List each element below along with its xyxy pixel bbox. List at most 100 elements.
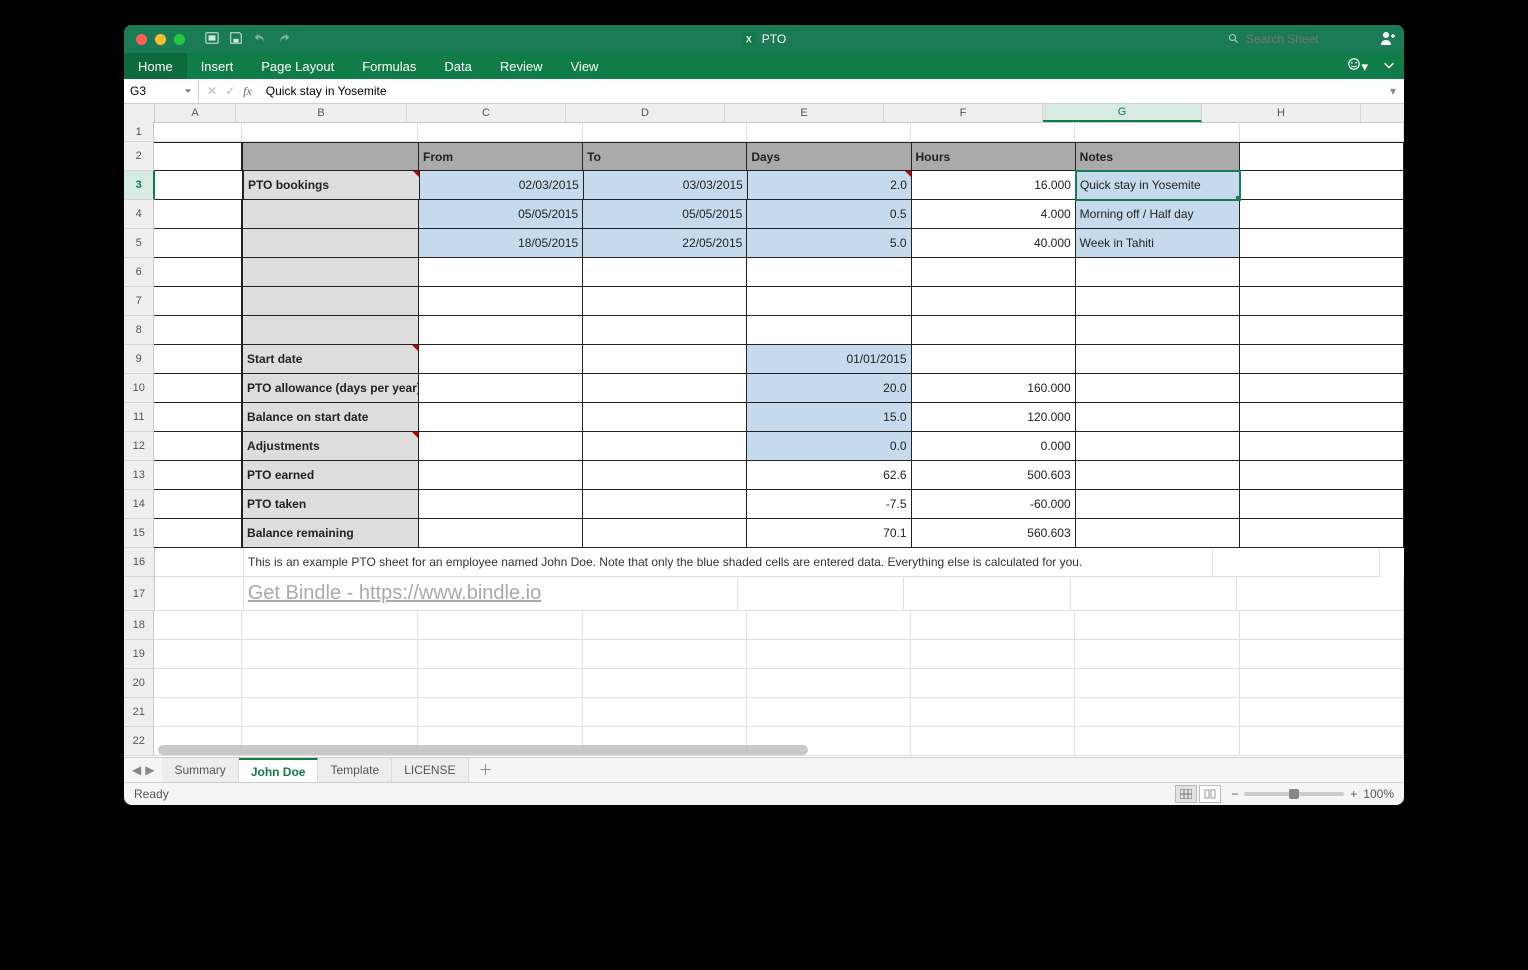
- cell[interactable]: [419, 287, 583, 316]
- cell[interactable]: PTO bookings: [243, 171, 420, 200]
- sheet-tab-template[interactable]: Template: [318, 758, 392, 782]
- cell[interactable]: [419, 345, 583, 374]
- cell[interactable]: 70.1: [747, 519, 911, 548]
- cell[interactable]: [583, 287, 747, 316]
- cell[interactable]: Balance on start date: [242, 403, 419, 432]
- cell[interactable]: [911, 640, 1075, 669]
- name-box[interactable]: G3: [124, 79, 199, 103]
- cell[interactable]: [1240, 142, 1404, 171]
- redo-icon[interactable]: [277, 31, 291, 48]
- cell[interactable]: [418, 122, 582, 142]
- cell[interactable]: [583, 258, 747, 287]
- cell[interactable]: -60.000: [912, 490, 1076, 519]
- cell[interactable]: -7.5: [747, 490, 911, 519]
- cell[interactable]: [583, 403, 747, 432]
- row-header-7[interactable]: 7: [124, 287, 154, 316]
- cell[interactable]: [1240, 669, 1404, 698]
- cell[interactable]: [583, 490, 747, 519]
- confirm-formula-icon[interactable]: ✓: [225, 84, 235, 98]
- col-header-H[interactable]: H: [1202, 104, 1361, 122]
- cell[interactable]: [1240, 171, 1404, 200]
- cell[interactable]: 5.0: [747, 229, 911, 258]
- cell[interactable]: [912, 316, 1076, 345]
- cell[interactable]: [1076, 345, 1240, 374]
- cell[interactable]: [583, 432, 747, 461]
- col-header-F[interactable]: F: [884, 104, 1043, 122]
- cell[interactable]: 15.0: [747, 403, 911, 432]
- cell[interactable]: [1076, 287, 1240, 316]
- cell[interactable]: [583, 640, 747, 669]
- cell[interactable]: [1240, 519, 1404, 548]
- cell[interactable]: [242, 229, 419, 258]
- cell[interactable]: [912, 345, 1076, 374]
- formula-input[interactable]: Quick stay in Yosemite: [260, 84, 1382, 98]
- cell[interactable]: [154, 374, 242, 403]
- cell[interactable]: [747, 258, 911, 287]
- cell[interactable]: [242, 200, 419, 229]
- cell[interactable]: To: [583, 142, 747, 171]
- col-header-C[interactable]: C: [407, 104, 566, 122]
- cell[interactable]: [747, 698, 911, 727]
- cell[interactable]: [419, 461, 583, 490]
- cell[interactable]: [912, 258, 1076, 287]
- row-header-8[interactable]: 8: [124, 316, 154, 345]
- cell[interactable]: [747, 669, 911, 698]
- cell[interactable]: [911, 122, 1075, 142]
- row-header-1[interactable]: 1: [124, 122, 154, 142]
- cell[interactable]: Adjustments: [242, 432, 419, 461]
- cell[interactable]: [154, 287, 242, 316]
- spreadsheet-grid[interactable]: ABCDEFGH 12FromToDaysHoursNotes3PTO book…: [124, 104, 1404, 757]
- undo-icon[interactable]: [253, 31, 267, 48]
- cell[interactable]: [154, 142, 242, 171]
- cell[interactable]: 01/01/2015: [747, 345, 911, 374]
- cell[interactable]: [155, 548, 244, 577]
- col-header-B[interactable]: B: [236, 104, 407, 122]
- search-input[interactable]: [1244, 31, 1368, 47]
- cell[interactable]: [1076, 490, 1240, 519]
- cell[interactable]: [1240, 490, 1404, 519]
- cell[interactable]: [154, 316, 242, 345]
- cell[interactable]: [912, 287, 1076, 316]
- cell[interactable]: [747, 122, 911, 142]
- row-header-3[interactable]: 3: [124, 171, 155, 200]
- cell[interactable]: [418, 698, 582, 727]
- row-header-20[interactable]: 20: [124, 669, 154, 698]
- zoom-slider[interactable]: [1244, 792, 1344, 796]
- cell[interactable]: [419, 490, 583, 519]
- cell[interactable]: [154, 200, 242, 229]
- cell[interactable]: [1240, 316, 1404, 345]
- cell[interactable]: [1213, 548, 1380, 577]
- cell[interactable]: Get Bindle - https://www.bindle.io: [244, 577, 738, 611]
- cell[interactable]: [242, 611, 418, 640]
- cell[interactable]: [1240, 229, 1404, 258]
- cell[interactable]: From: [419, 142, 583, 171]
- cell[interactable]: [242, 669, 418, 698]
- cell[interactable]: [154, 698, 242, 727]
- cell[interactable]: 02/03/2015: [420, 171, 584, 200]
- cell[interactable]: [747, 316, 911, 345]
- close-window[interactable]: [136, 34, 147, 45]
- cell[interactable]: [911, 727, 1075, 756]
- cell[interactable]: [1240, 122, 1404, 142]
- cell[interactable]: [1240, 727, 1404, 756]
- feedback-icon[interactable]: ▾: [1347, 57, 1368, 75]
- row-header-12[interactable]: 12: [124, 432, 154, 461]
- cell[interactable]: [1240, 432, 1404, 461]
- cell[interactable]: [154, 611, 242, 640]
- ribbon-tab-insert[interactable]: Insert: [187, 53, 248, 79]
- cell[interactable]: 120.000: [912, 403, 1076, 432]
- cell[interactable]: [419, 519, 583, 548]
- cell[interactable]: [419, 432, 583, 461]
- page-layout-view-icon[interactable]: [1199, 785, 1221, 803]
- cell[interactable]: 16.000: [912, 171, 1076, 200]
- cell[interactable]: [1240, 374, 1404, 403]
- zoom-out-button[interactable]: −: [1231, 787, 1238, 801]
- row-header-2[interactable]: 2: [124, 142, 154, 171]
- cell[interactable]: 160.000: [912, 374, 1076, 403]
- cell[interactable]: [154, 345, 242, 374]
- zoom-level[interactable]: 100%: [1363, 787, 1394, 801]
- row-header-9[interactable]: 9: [124, 345, 154, 374]
- col-header-G[interactable]: G: [1043, 104, 1202, 122]
- cell[interactable]: [1240, 461, 1404, 490]
- ribbon-tab-view[interactable]: View: [557, 53, 613, 79]
